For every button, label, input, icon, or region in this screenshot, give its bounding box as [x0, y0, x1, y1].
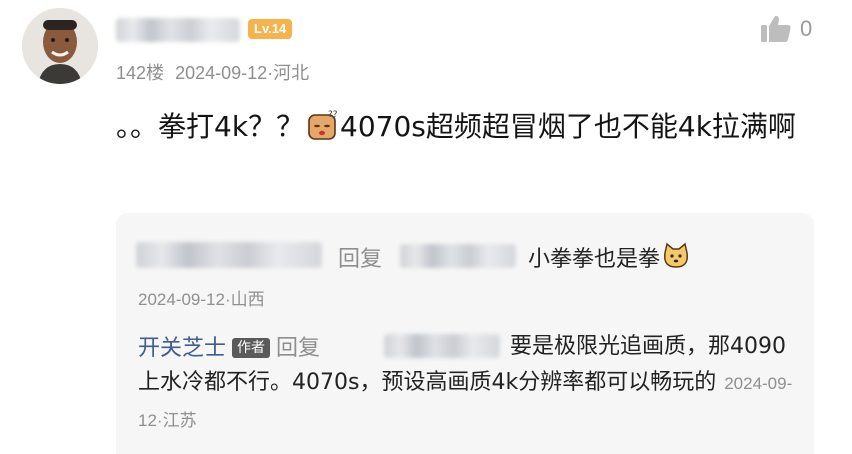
- reply2-location: 江苏: [162, 411, 197, 430]
- reply1-date: 2024-09-12: [138, 290, 225, 309]
- comment-text-part1: 。。拳打4k？？: [116, 110, 305, 143]
- like-button[interactable]: 0: [760, 14, 812, 44]
- like-count: 0: [800, 16, 813, 41]
- floor-number: 142楼: [116, 63, 165, 83]
- username-redacted[interactable]: [116, 18, 240, 42]
- reply1-location: 山西: [230, 290, 265, 309]
- comment-location: 河北: [273, 63, 310, 83]
- reply1-text: 小拳拳也是拳: [528, 247, 661, 272]
- reply-section: 回复 小拳拳也是拳 2024-09-12·山西 开关芝士 作者 回复 要是极限光追画…: [116, 213, 814, 454]
- reply2-body: 要是极限光追画质，那4090上水冷都不行。4070s，预设高画质4k分辨率都可以…: [138, 329, 798, 439]
- comment-date: 2024-09-12: [175, 63, 268, 83]
- reply1-line: 回复: [338, 241, 382, 273]
- confused-face-emoji-icon: ??: [306, 109, 338, 141]
- reply1-author-redacted[interactable]: [136, 242, 322, 268]
- level-badge: Lv.14: [248, 19, 293, 39]
- reply1-meta: 2024-09-12·山西: [138, 285, 265, 310]
- avatar-image: [22, 8, 98, 84]
- comment-meta: 142楼 2024-09-12·河北: [116, 59, 309, 85]
- comment-text: 。。拳打4k？？ ?? 4070s超频超冒烟了也不能4k拉满啊: [116, 104, 816, 150]
- reply1-reply-word: 回复: [338, 247, 383, 272]
- reply2-text: 要是极限光追画质，那4090上水冷都不行。4070s，预设高画质4k分辨率都可以…: [138, 334, 786, 395]
- thumbs-up-icon: [761, 15, 791, 43]
- reply1-target-redacted[interactable]: [400, 244, 516, 268]
- avatar[interactable]: [22, 8, 98, 84]
- svg-text:??: ??: [328, 110, 338, 120]
- reply1-content: 小拳拳也是拳: [528, 241, 692, 273]
- cat-face-emoji-icon: [662, 242, 690, 270]
- comment-text-part2: 4070s超频超冒烟了也不能4k拉满啊: [340, 110, 796, 143]
